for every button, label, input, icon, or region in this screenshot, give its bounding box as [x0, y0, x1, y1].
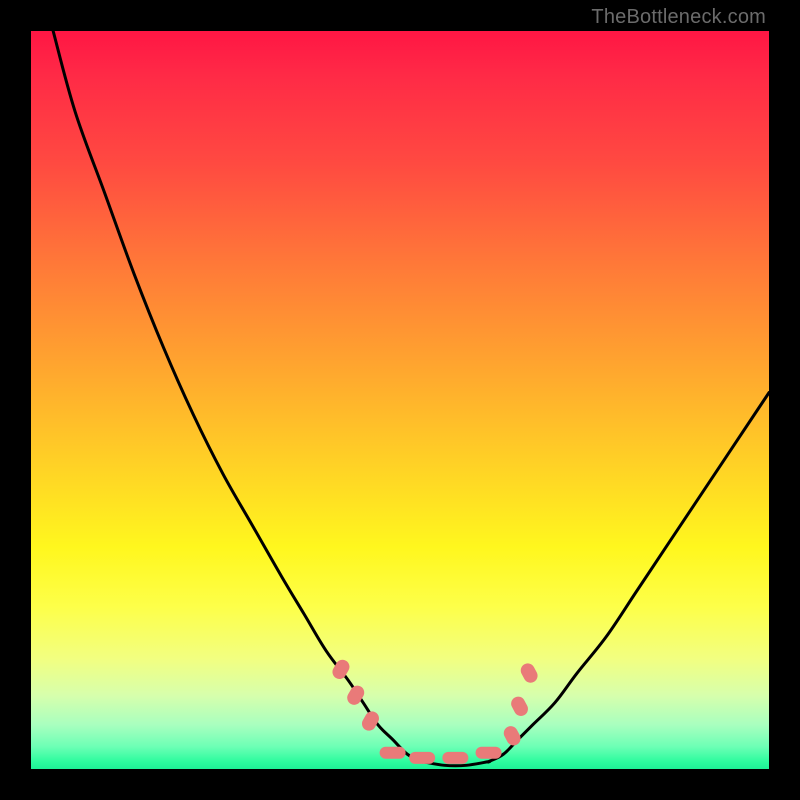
marker-bottom-blob-3 [442, 752, 468, 764]
chart-svg [31, 31, 769, 769]
marker-right-cluster-upper [518, 661, 540, 685]
marker-left-cluster-lower [359, 709, 381, 733]
attribution-text: TheBottleneck.com [591, 6, 766, 29]
marker-bottom-blob-2 [409, 752, 435, 764]
marker-right-cluster-mid [509, 694, 531, 718]
plot-area [31, 31, 769, 769]
chart-frame: TheBottleneck.com [0, 0, 800, 800]
marker-bottom-blob-1 [380, 747, 406, 759]
marker-right-cluster-lower [501, 724, 523, 748]
curve-group [53, 31, 769, 766]
marker-bottom-blob-4 [476, 747, 502, 759]
bottleneck-curve [53, 31, 769, 766]
